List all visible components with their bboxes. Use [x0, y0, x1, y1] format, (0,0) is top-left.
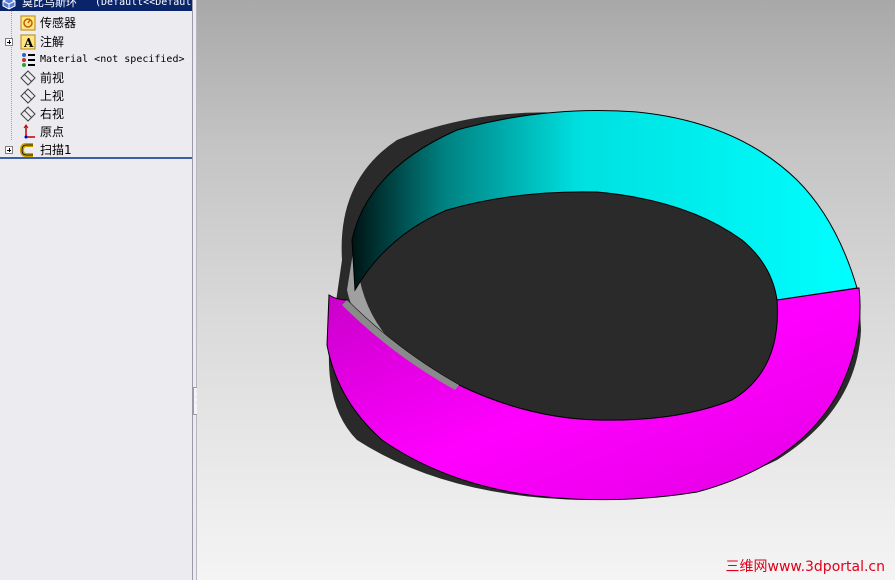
tree-item-label: 上视 — [40, 89, 65, 103]
tree-item-top-plane[interactable]: 上视 — [0, 87, 192, 105]
tree-item-front-plane[interactable]: 前视 — [0, 69, 192, 87]
plane-icon — [20, 106, 36, 122]
graphics-viewport[interactable]: 三维网www.3dportal.cn — [197, 0, 895, 580]
expand-toggle[interactable] — [5, 38, 13, 46]
plane-icon — [20, 88, 36, 104]
tree-item-material[interactable]: Material <not specified> — [0, 51, 192, 69]
annotation-icon: A — [20, 34, 36, 50]
tree-item-right-plane[interactable]: 右视 — [0, 105, 192, 123]
tree-item-label: 右视 — [40, 107, 65, 121]
material-icon — [22, 53, 35, 67]
tree-item-annotations[interactable]: A 注解 — [0, 33, 192, 51]
tree-item-label: 传感器 — [40, 16, 77, 30]
feature-manager-tree: 莫比乌斯环 (Default<<Default 传感器 A 注解 Materia… — [0, 0, 193, 580]
mobius-strip-model[interactable] — [197, 0, 895, 580]
plane-icon — [20, 70, 36, 86]
tree-root-part[interactable]: 莫比乌斯环 (Default<<Default — [0, 0, 193, 11]
part-name: 莫比乌斯环 — [22, 0, 77, 9]
expand-toggle[interactable] — [5, 146, 13, 154]
tree-item-sensors[interactable]: 传感器 — [0, 14, 192, 32]
watermark-text: 三维网www.3dportal.cn — [725, 559, 886, 575]
tree-item-origin[interactable]: 原点 — [0, 123, 192, 141]
tree-item-label: 前视 — [40, 71, 65, 85]
configuration-label: (Default<<Default — [95, 0, 193, 8]
tree-divider — [0, 157, 192, 159]
tree-item-label: 注解 — [40, 35, 65, 49]
part-icon — [2, 0, 16, 10]
tree-item-label: Material <not specified> — [40, 54, 185, 65]
tree-item-label: 原点 — [40, 125, 65, 139]
svg-text:A: A — [23, 36, 34, 50]
sweep-feature-icon — [20, 143, 33, 157]
sensor-icon — [20, 15, 36, 31]
origin-icon — [23, 124, 35, 139]
